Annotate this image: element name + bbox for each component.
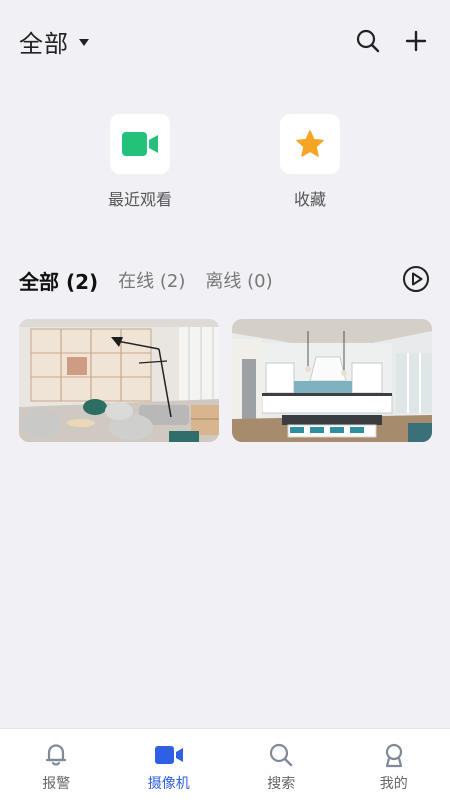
filter-online[interactable]: 在线 (2) [118,267,185,293]
filter-all[interactable]: 全部 (2) [19,266,98,295]
living-room-image [19,319,219,442]
bell-icon-wrap [42,741,70,769]
star-icon [296,130,324,157]
video-camera-icon [154,746,183,764]
plus-icon [405,30,427,52]
tab-alarm-label: 报警 [42,776,71,792]
add-device-button[interactable] [401,26,431,56]
camera-thumbnail-living-room[interactable] [19,319,219,442]
top-bar: 全部 [0,0,450,84]
camera-thumbnail-kitchen[interactable] [232,319,432,442]
tab-search[interactable]: 搜索 [225,729,338,800]
favorites-tile [280,114,340,174]
video-camera-icon-wrap [154,741,183,769]
bottom-tab-bar: 报警 摄像机 搜索 我的 [0,728,450,800]
recent-viewed-shortcut[interactable]: 最近观看 [80,114,200,210]
kitchen-image [232,319,432,442]
tab-camera-label: 摄像机 [147,776,190,792]
profile-icon-wrap [380,741,408,769]
tab-camera[interactable]: 摄像机 [113,729,226,800]
play-circle-icon [403,266,429,292]
favorites-shortcut[interactable]: 收藏 [250,114,370,210]
search-icon [356,29,380,53]
search-icon-wrap [267,741,295,769]
tab-profile-label: 我的 [379,776,408,792]
page-title: 全部 [19,29,69,58]
group-selector[interactable]: 全部 [19,24,89,58]
favorites-label: 收藏 [293,190,326,209]
recent-tile [110,114,170,174]
tab-profile[interactable]: 我的 [338,729,450,800]
tab-search-label: 搜索 [267,776,296,792]
tab-alarm[interactable]: 报警 [0,729,113,800]
filter-tabs: 全部 (2) 在线 (2) 离线 (0) [19,264,293,296]
recent-label: 最近观看 [107,190,172,209]
caret-down-icon [79,38,89,46]
bell-icon [46,744,67,766]
filter-offline[interactable]: 离线 (0) [205,267,272,293]
search-button[interactable] [353,26,383,56]
profile-icon [385,743,402,768]
video-camera-icon [122,132,158,156]
play-all-button[interactable] [402,265,430,293]
search-icon [270,743,293,767]
